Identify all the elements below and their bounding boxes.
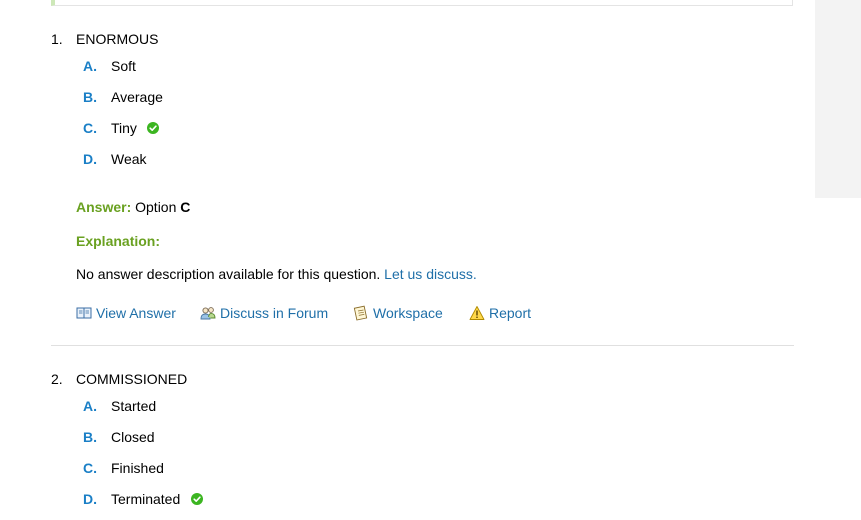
- users-icon: [200, 307, 216, 320]
- option-letter[interactable]: D.: [83, 151, 97, 167]
- question-word: ENORMOUS: [76, 31, 159, 47]
- workspace-label[interactable]: Workspace: [373, 305, 443, 321]
- right-sidebar: [815, 0, 861, 198]
- question-number: 2.: [51, 371, 63, 387]
- option-letter[interactable]: A.: [83, 58, 97, 74]
- discuss-forum-label[interactable]: Discuss in Forum: [220, 305, 328, 321]
- answer-label: Answer:: [76, 199, 132, 215]
- option-text: Weak: [111, 151, 147, 167]
- book-icon: [76, 307, 92, 319]
- answer-prefix: Option: [135, 199, 177, 215]
- previous-question-panel: [51, 0, 793, 6]
- option-text: Terminated: [111, 491, 181, 507]
- notepad-icon: [353, 305, 368, 321]
- option-letter[interactable]: D.: [83, 491, 97, 507]
- answer-option: C: [180, 199, 191, 215]
- option-text: Average: [111, 89, 163, 105]
- option-letter[interactable]: C.: [83, 460, 97, 476]
- discuss-link[interactable]: Let us discuss.: [384, 266, 477, 282]
- view-answer-label[interactable]: View Answer: [96, 305, 176, 321]
- answer-line: Answer: Option C: [76, 199, 190, 215]
- option-letter[interactable]: A.: [83, 398, 97, 414]
- question-number: 1.: [51, 31, 63, 47]
- option-letter[interactable]: C.: [83, 120, 97, 136]
- explanation-label: Explanation:: [76, 233, 161, 249]
- explanation-heading: Explanation:: [76, 233, 160, 249]
- option-letter[interactable]: B.: [83, 429, 97, 445]
- report-label[interactable]: Report: [489, 305, 531, 321]
- option-text: Finished: [111, 460, 164, 476]
- explanation-text: No answer description available for this…: [76, 266, 381, 282]
- option-text: Soft: [111, 58, 136, 74]
- warning-icon: [469, 306, 485, 320]
- correct-check-icon: [191, 493, 203, 505]
- question-divider: [51, 345, 794, 346]
- question-word: COMMISSIONED: [76, 371, 188, 387]
- quiz-page: 1. ENORMOUS A. Soft B. Average C. Tiny D…: [0, 0, 861, 520]
- option-text: Closed: [111, 429, 155, 445]
- option-text: Started: [111, 398, 157, 414]
- correct-check-icon: [147, 122, 159, 134]
- option-letter[interactable]: B.: [83, 89, 97, 105]
- option-text: Tiny: [111, 120, 137, 136]
- explanation-body: No answer description available for this…: [76, 266, 477, 282]
